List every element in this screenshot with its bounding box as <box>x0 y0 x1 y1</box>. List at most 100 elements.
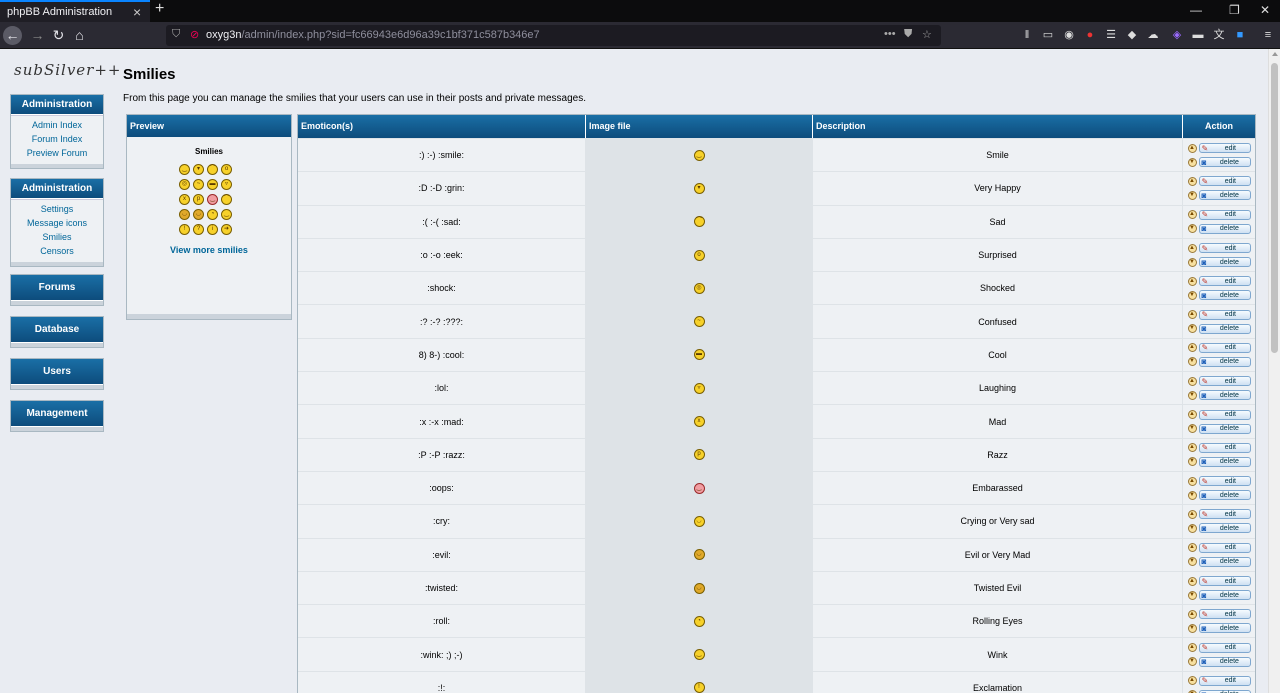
close-window-icon[interactable]: ✕ <box>1260 3 1270 17</box>
smiley-icon[interactable]: ▿ <box>221 178 232 190</box>
move-up-arrow-icon[interactable]: ▲ <box>1187 509 1197 519</box>
move-up-arrow-icon[interactable]: ▲ <box>1187 310 1197 320</box>
reload-icon[interactable]: ↻ <box>49 26 68 45</box>
sidebar-link-preview-forum[interactable]: Preview Forum <box>11 146 103 160</box>
sidebar-link-forum-index[interactable]: Forum Index <box>11 132 103 146</box>
tag-icon[interactable]: ▬ <box>1191 28 1205 42</box>
move-up-arrow-icon[interactable]: ▲ <box>1187 343 1197 353</box>
library-icon[interactable]: ‖ <box>1020 28 1034 42</box>
cloud-icon[interactable]: ☁ <box>1146 28 1160 42</box>
sidebar-heading-forums[interactable]: Forums <box>11 275 103 301</box>
edit-button[interactable]: ✎ edit <box>1198 376 1251 387</box>
page-scrollbar[interactable] <box>1268 49 1280 693</box>
edit-button[interactable]: ✎ edit <box>1198 176 1251 187</box>
delete-button[interactable]: ◙delete <box>1198 157 1251 168</box>
smiley-icon[interactable]: ▾ <box>193 163 204 175</box>
smiley-icon[interactable]: ~ <box>193 178 204 190</box>
move-down-arrow-icon[interactable]: ▼ <box>1187 257 1197 267</box>
scroll-up-arrow-icon[interactable] <box>1272 52 1278 56</box>
sidebar-link-smilies[interactable]: Smilies <box>11 230 103 244</box>
move-up-arrow-icon[interactable]: ▲ <box>1187 143 1197 153</box>
delete-button[interactable]: ◙delete <box>1198 257 1251 268</box>
pocket-icon[interactable]: ⛊ <box>904 28 912 41</box>
bookmark-star-icon[interactable]: ☆ <box>922 28 932 41</box>
move-down-arrow-icon[interactable]: ▼ <box>1187 424 1197 434</box>
edit-button[interactable]: ✎ edit <box>1198 309 1251 320</box>
translate-icon[interactable]: 文 <box>1212 28 1226 42</box>
smiley-icon[interactable]: i <box>207 223 218 235</box>
move-up-arrow-icon[interactable]: ▲ <box>1187 176 1197 186</box>
minimize-icon[interactable]: — <box>1190 3 1202 17</box>
smiley-icon[interactable]: ◔ <box>207 208 218 220</box>
smiley-icon[interactable]: p <box>193 193 204 205</box>
delete-button[interactable]: ◙delete <box>1198 623 1251 634</box>
edit-button[interactable]: ✎ edit <box>1198 209 1251 220</box>
edit-button[interactable]: ✎ edit <box>1198 243 1251 254</box>
move-up-arrow-icon[interactable]: ▲ <box>1187 476 1197 486</box>
move-up-arrow-icon[interactable]: ▲ <box>1187 443 1197 453</box>
sidebar-management-box[interactable]: Management <box>10 400 104 432</box>
move-up-arrow-icon[interactable]: ▲ <box>1187 543 1197 553</box>
edit-button[interactable]: ✎ edit <box>1198 476 1251 487</box>
sidebar-icon[interactable]: ▭ <box>1041 28 1055 42</box>
move-up-arrow-icon[interactable]: ▲ <box>1187 210 1197 220</box>
edit-button[interactable]: ✎ edit <box>1198 509 1251 520</box>
forward-icon[interactable]: → <box>28 26 47 45</box>
move-down-arrow-icon[interactable]: ▼ <box>1187 557 1197 567</box>
move-down-arrow-icon[interactable]: ▼ <box>1187 657 1197 667</box>
smiley-icon[interactable]: ➜ <box>221 223 232 235</box>
sidebar-heading-users[interactable]: Users <box>11 359 103 385</box>
delete-button[interactable]: ◙delete <box>1198 423 1251 434</box>
delete-button[interactable]: ◙delete <box>1198 223 1251 234</box>
ublock-icon[interactable]: ● <box>1083 28 1097 42</box>
delete-button[interactable]: ◙delete <box>1198 656 1251 667</box>
insecure-lock-icon[interactable]: ⊘ <box>190 28 199 41</box>
new-tab-icon[interactable]: + <box>155 0 164 18</box>
scrollbar-thumb[interactable] <box>1271 63 1278 353</box>
sidebar-link-censors[interactable]: Censors <box>11 244 103 258</box>
move-up-arrow-icon[interactable]: ▲ <box>1187 643 1197 653</box>
move-down-arrow-icon[interactable]: ▼ <box>1187 390 1197 400</box>
move-up-arrow-icon[interactable]: ▲ <box>1187 676 1197 686</box>
delete-button[interactable]: ◙delete <box>1198 456 1251 467</box>
smiley-icon[interactable]: ‿ <box>179 163 190 175</box>
delete-button[interactable]: ◙delete <box>1198 323 1251 334</box>
move-up-arrow-icon[interactable]: ▲ <box>1187 609 1197 619</box>
sidebar-link-admin-index[interactable]: Admin Index <box>11 118 103 132</box>
move-down-arrow-icon[interactable]: ▼ <box>1187 157 1197 167</box>
delete-button[interactable]: ◙delete <box>1198 356 1251 367</box>
extension-badge-icon[interactable]: ◈ <box>1170 28 1184 42</box>
smiley-icon[interactable]: ◡ <box>193 208 204 220</box>
delete-button[interactable]: ◙delete <box>1198 523 1251 534</box>
smiley-icon[interactable]: ◡ <box>179 208 190 220</box>
move-down-arrow-icon[interactable]: ▼ <box>1187 623 1197 633</box>
sidebar-database-box[interactable]: Database <box>10 316 104 348</box>
edit-button[interactable]: ✎ edit <box>1198 143 1251 154</box>
sidebar-heading-management[interactable]: Management <box>11 401 103 427</box>
smiley-icon[interactable]: ⌒ <box>207 163 218 175</box>
close-tab-icon[interactable]: × <box>133 4 141 20</box>
menu-icon[interactable]: ≡ <box>1261 28 1275 42</box>
smiley-icon[interactable]: ‿ <box>207 193 218 205</box>
move-down-arrow-icon[interactable]: ▼ <box>1187 523 1197 533</box>
restore-icon[interactable]: ❐ <box>1229 3 1240 17</box>
delete-button[interactable]: ◙delete <box>1198 190 1251 201</box>
edit-button[interactable]: ✎ edit <box>1198 642 1251 653</box>
edit-button[interactable]: ✎ edit <box>1198 276 1251 287</box>
smiley-icon[interactable]: x <box>179 193 190 205</box>
move-down-arrow-icon[interactable]: ▼ <box>1187 357 1197 367</box>
move-up-arrow-icon[interactable]: ▲ <box>1187 243 1197 253</box>
move-down-arrow-icon[interactable]: ▼ <box>1187 324 1197 334</box>
delete-button[interactable]: ◙delete <box>1198 590 1251 600</box>
sidebar-link-settings[interactable]: Settings <box>11 202 103 216</box>
sidebar-link-message-icons[interactable]: Message icons <box>11 216 103 230</box>
edit-button[interactable]: ✎ edit <box>1198 409 1251 420</box>
move-up-arrow-icon[interactable]: ▲ <box>1187 276 1197 286</box>
home-icon[interactable]: ⌂ <box>70 26 89 45</box>
move-down-arrow-icon[interactable]: ▼ <box>1187 290 1197 300</box>
sidebar-users-box[interactable]: Users <box>10 358 104 390</box>
browser-tab[interactable]: phpBB Administration × <box>0 0 150 22</box>
smiley-icon[interactable]: ▬ <box>207 178 218 190</box>
back-icon[interactable]: ← <box>3 26 22 45</box>
smiley-icon[interactable]: o <box>221 163 232 175</box>
